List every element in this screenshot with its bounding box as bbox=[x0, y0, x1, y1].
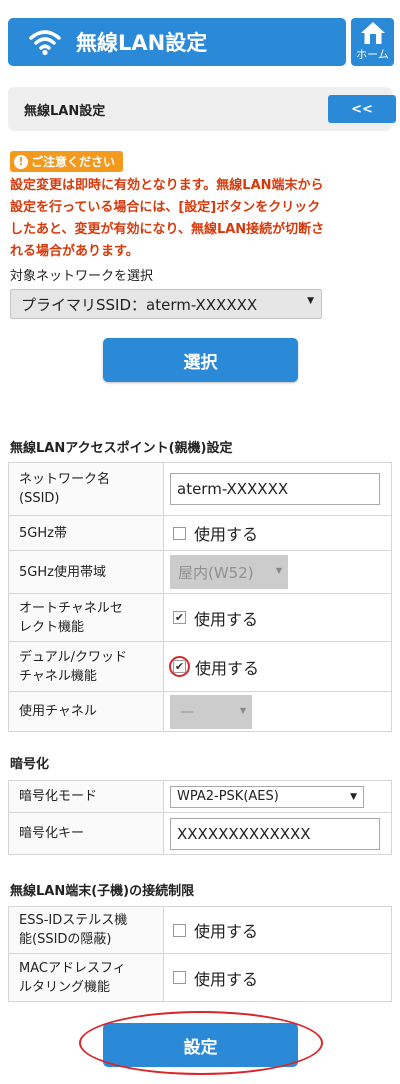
client-settings-table: ESS-IDステルス機 能(SSIDの隠蔽) 使用する MACアドレスフィ ルタ… bbox=[8, 906, 392, 1002]
enc-key-label: 暗号化キー bbox=[8, 812, 164, 855]
channel-select: — ▼ bbox=[170, 694, 252, 729]
auto-channel-checkbox[interactable]: ✔ 使用する bbox=[170, 606, 385, 630]
checkbox-checked-icon: ✔ bbox=[173, 660, 186, 673]
enc-key-input[interactable]: XXXXXXXXXXXXX bbox=[170, 817, 380, 850]
sub-header: 無線LAN設定 << bbox=[8, 87, 396, 131]
home-label: ホーム bbox=[356, 48, 389, 61]
ssid-input[interactable]: aterm-XXXXXX bbox=[170, 473, 380, 505]
table-row: ESS-IDステルス機 能(SSIDの隠蔽) 使用する bbox=[8, 906, 392, 954]
page-title: 無線LAN設定 bbox=[76, 31, 208, 55]
header-bar: 無線LAN設定 bbox=[8, 18, 346, 66]
table-row: MACアドレスフィ ルタリング機能 使用する bbox=[8, 953, 392, 1002]
enc-section-title: 暗号化 bbox=[10, 757, 50, 772]
stealth-checkbox[interactable]: 使用する bbox=[170, 918, 385, 942]
band5-checkbox[interactable]: 使用する bbox=[170, 521, 385, 545]
band5-range-select: 屋内(W52) ▼ bbox=[170, 555, 288, 589]
exclamation-icon: ! bbox=[14, 154, 28, 169]
checkbox-checked-icon: ✔ bbox=[173, 611, 186, 624]
network-select[interactable]: プライマリSSID：aterm-XXXXXX ▼ bbox=[10, 289, 322, 319]
band5-range-label: 5GHz使用帯域 bbox=[8, 550, 164, 594]
ap-section-title: 無線LANアクセスポイント(親機)設定 bbox=[10, 441, 233, 456]
checkbox-unchecked-icon bbox=[173, 923, 186, 937]
network-select-label: 対象ネットワークを選択 bbox=[10, 269, 154, 284]
table-row: 5GHz帯 使用する bbox=[8, 515, 392, 551]
warning-line: 設定変更は即時に有効となります。無線LAN端末から bbox=[10, 178, 324, 193]
highlight-ring: ✔ bbox=[169, 656, 190, 677]
stealth-label: ESS-IDステルス機 能(SSIDの隠蔽) bbox=[8, 906, 164, 954]
band5-label: 5GHz帯 bbox=[8, 515, 164, 551]
table-row: デュアル/クワッド チャネル機能 ✔ 使用する bbox=[8, 641, 392, 692]
ssid-label: ネットワーク名 (SSID) bbox=[8, 462, 164, 516]
dual-quad-label: デュアル/クワッド チャネル機能 bbox=[8, 641, 164, 692]
set-button-area: 設定 bbox=[79, 1011, 323, 1075]
ap-settings-table: ネットワーク名 (SSID) aterm-XXXXXX 5GHz帯 使用する 5… bbox=[8, 462, 392, 732]
client-section-title: 無線LAN端末(子機)の接続制限 bbox=[10, 884, 195, 899]
dropdown-arrow-icon: ▼ bbox=[239, 705, 246, 715]
enc-mode-select[interactable]: WPA2-PSK(AES) ▼ bbox=[170, 785, 364, 808]
warning-line: れる場合があります。 bbox=[10, 244, 139, 259]
sub-header-title: 無線LAN設定 bbox=[24, 103, 106, 119]
channel-label: 使用チャネル bbox=[8, 691, 164, 732]
table-row: 5GHz使用帯域 屋内(W52) ▼ bbox=[8, 550, 392, 594]
warning-text: 設定変更は即時に有効となります。無線LAN端末から 設定を行っている場合には、[… bbox=[10, 175, 394, 263]
warning-line: 設定を行っている場合には、[設定]ボタンをクリック bbox=[10, 200, 321, 215]
auto-channel-label: オートチャネルセ レクト機能 bbox=[8, 593, 164, 642]
table-row: 暗号化モード WPA2-PSK(AES) ▼ bbox=[8, 780, 392, 813]
dropdown-arrow-icon: ▼ bbox=[307, 296, 314, 306]
caution-badge: ! ご注意ください bbox=[10, 151, 124, 172]
table-row: 暗号化キー XXXXXXXXXXXXX bbox=[8, 812, 392, 855]
mac-filter-label: MACアドレスフィ ルタリング機能 bbox=[8, 953, 164, 1002]
table-row: ネットワーク名 (SSID) aterm-XXXXXX bbox=[8, 462, 392, 516]
network-select-value: プライマリSSID：aterm-XXXXXX bbox=[21, 295, 258, 314]
home-icon bbox=[360, 22, 385, 44]
dual-quad-checkbox[interactable]: ✔ 使用する bbox=[169, 655, 385, 679]
warning-line: したあと、変更が有効になり、無線LAN接続が切断さ bbox=[10, 222, 325, 237]
checkbox-unchecked-icon bbox=[173, 526, 186, 540]
enc-settings-table: 暗号化モード WPA2-PSK(AES) ▼ 暗号化キー XXXXXXXXXXX… bbox=[8, 780, 392, 855]
dropdown-arrow-icon: ▼ bbox=[275, 566, 282, 575]
wifi-icon bbox=[29, 30, 61, 56]
enc-mode-label: 暗号化モード bbox=[8, 780, 164, 813]
select-button[interactable]: 選択 bbox=[103, 338, 298, 382]
mac-filter-checkbox[interactable]: 使用する bbox=[170, 966, 385, 990]
checkbox-unchecked-icon bbox=[173, 971, 186, 984]
back-button[interactable]: << bbox=[328, 95, 396, 123]
table-row: 使用チャネル — ▼ bbox=[8, 691, 392, 732]
caution-badge-label: ご注意ください bbox=[31, 155, 116, 169]
table-row: オートチャネルセ レクト機能 ✔ 使用する bbox=[8, 593, 392, 642]
highlight-ring bbox=[79, 1011, 323, 1075]
dropdown-arrow-icon: ▼ bbox=[350, 791, 357, 802]
home-button[interactable]: ホーム bbox=[351, 18, 394, 66]
